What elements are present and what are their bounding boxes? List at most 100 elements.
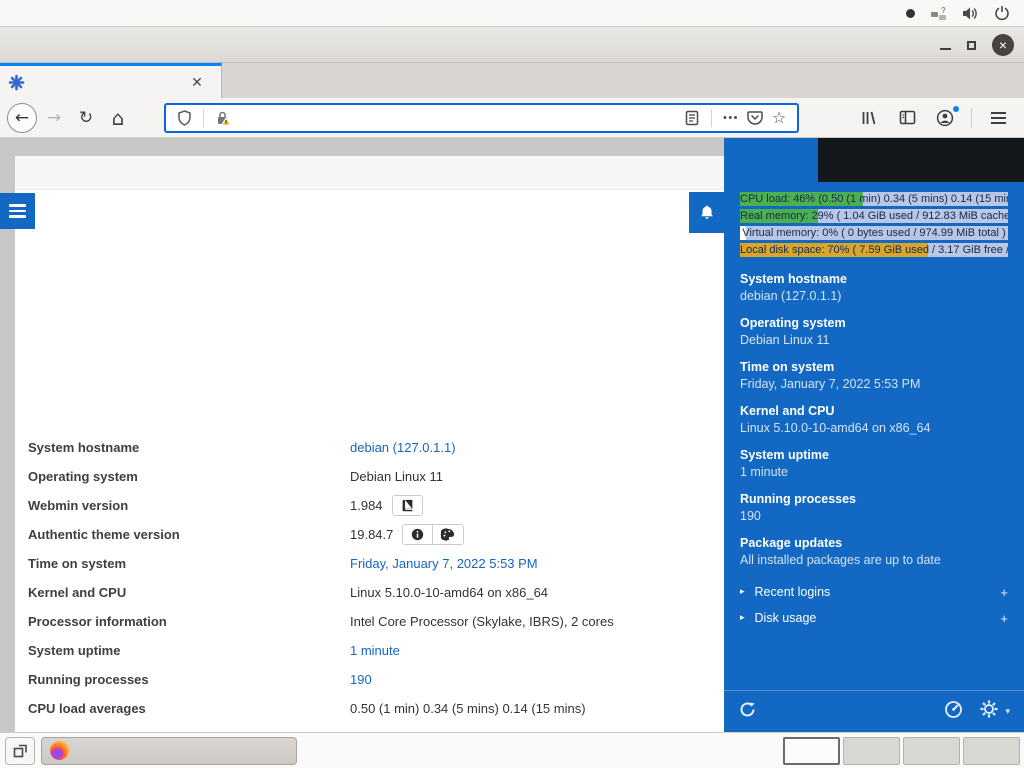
row-value-link[interactable]: 190 xyxy=(350,672,372,687)
row-label: Time on system xyxy=(15,556,350,571)
section-label: Disk usage xyxy=(755,611,817,625)
row-label: System uptime xyxy=(15,643,350,658)
info-value: All installed packages are up to date xyxy=(740,552,1008,569)
webmin-favicon-icon xyxy=(8,74,25,91)
url-bar[interactable]: ••• ☆ xyxy=(164,103,799,133)
tab-favorites[interactable] xyxy=(818,138,921,182)
tab-notifications[interactable] xyxy=(921,138,1024,182)
info-label: Running processes xyxy=(740,491,1008,508)
account-icon[interactable] xyxy=(929,103,961,133)
row-value-link[interactable]: Friday, January 7, 2022 5:53 PM xyxy=(350,556,538,571)
row-value: Linux 5.10.0-10-amd64 on x86_64 xyxy=(350,585,548,600)
info-value: debian (127.0.1.1) xyxy=(740,288,1008,305)
lock-warning-icon[interactable] xyxy=(211,106,235,130)
caret-right-icon: ▸ xyxy=(740,587,745,597)
menu-hamburger-icon[interactable] xyxy=(982,103,1014,133)
row-label: Running processes xyxy=(15,672,350,687)
shield-icon[interactable] xyxy=(172,106,196,130)
back-button[interactable]: ← xyxy=(7,103,37,133)
table-row-system-uptime: System uptime1 minute xyxy=(15,636,724,665)
reload-button[interactable]: ↻ xyxy=(70,103,102,133)
workspace-1[interactable] xyxy=(783,737,840,765)
table-row-system-hostname: System hostnamedebian (127.0.1.1) xyxy=(15,433,724,462)
window-titlebar[interactable]: × xyxy=(0,27,1024,63)
bookmark-star-icon[interactable]: ☆ xyxy=(767,106,791,130)
system-info-table: System hostnamedebian (127.0.1.1)Operati… xyxy=(15,433,724,752)
pocket-icon[interactable] xyxy=(743,106,767,130)
row-value-text: Debian Linux 11 xyxy=(350,469,443,484)
row-value-link[interactable]: debian (127.0.1.1) xyxy=(350,440,456,455)
desktop-screen: ? × ✕ xyxy=(0,0,1024,768)
row-value-link[interactable]: 1 minute xyxy=(350,643,400,658)
forward-button[interactable]: → xyxy=(38,103,70,133)
webmin-right-sidebar: CPU load: 46% (0.50 (1 min) 0.34 (5 mins… xyxy=(724,138,1024,732)
settings-gear-icon[interactable] xyxy=(979,699,999,724)
refresh-icon[interactable] xyxy=(738,700,757,724)
minimize-button[interactable] xyxy=(940,48,951,50)
book-button[interactable] xyxy=(392,495,423,516)
row-value: 190 xyxy=(350,672,372,687)
window-list-icon[interactable] xyxy=(5,737,35,765)
bell-icon xyxy=(699,204,715,221)
speedometer-icon[interactable] xyxy=(944,700,963,724)
table-row-authentic-theme-version: Authentic theme version19.84.7 xyxy=(15,520,724,549)
taskbar-window-button[interactable] xyxy=(41,737,297,765)
meter-text: Local disk space: 70% ( 7.59 GiB used / … xyxy=(740,243,1008,257)
expand-plus-icon[interactable]: + xyxy=(1000,585,1008,600)
browser-tab-active[interactable]: ✕ xyxy=(0,63,222,98)
caret-right-icon: ▸ xyxy=(740,613,745,623)
home-button[interactable]: ⌂ xyxy=(102,103,134,133)
row-buttons xyxy=(402,524,464,545)
sidebar-info-package-updates: Package updatesAll installed packages ar… xyxy=(740,535,1008,569)
reader-mode-icon[interactable] xyxy=(680,106,704,130)
row-value: Debian Linux 11 xyxy=(350,469,443,484)
row-label: System hostname xyxy=(15,440,350,455)
info-label: Kernel and CPU xyxy=(740,403,1008,420)
navigation-toolbar: ← → ↻ ⌂ ••• ☆ xyxy=(0,98,1024,138)
sidebar-tabs-inactive xyxy=(818,138,1024,182)
sidebar-info-list: System hostnamedebian (127.0.1.1) Operati… xyxy=(740,271,1008,569)
info-label: Operating system xyxy=(740,315,1008,332)
sidebar-meter: Real memory: 29% ( 1.04 GiB used / 912.8… xyxy=(740,209,1008,223)
workspace-3[interactable] xyxy=(903,737,960,765)
meter-text: CPU load: 46% (0.50 (1 min) 0.34 (5 mins… xyxy=(740,192,1008,206)
sidebar-info-operating-system: Operating systemDebian Linux 11 xyxy=(740,315,1008,349)
close-button[interactable]: × xyxy=(992,34,1014,56)
svg-text:?: ? xyxy=(941,6,946,15)
row-label: Webmin version xyxy=(15,498,350,513)
power-icon[interactable] xyxy=(994,5,1010,21)
tab-bar: ✕ xyxy=(0,63,1024,98)
expand-plus-icon[interactable]: + xyxy=(1000,611,1008,626)
workspace-2[interactable] xyxy=(843,737,900,765)
row-label: CPU load averages xyxy=(15,701,350,716)
row-value-text: 1.984 xyxy=(350,498,383,513)
tab-dashboard[interactable] xyxy=(724,138,818,182)
settings-caret-icon[interactable]: ▾ xyxy=(1005,707,1010,717)
library-icon[interactable] xyxy=(853,103,885,133)
info-button[interactable] xyxy=(402,524,433,545)
sidebar-info-running-processes: Running processes190 xyxy=(740,491,1008,525)
sidebar-section-disk-usage[interactable]: ▸ Disk usage + xyxy=(740,605,1008,631)
row-value-text: Intel Core Processor (Skylake, IBRS), 2 … xyxy=(350,614,614,629)
volume-icon[interactable] xyxy=(962,6,979,21)
sidebars-icon[interactable] xyxy=(891,103,923,133)
workspace-4[interactable] xyxy=(963,737,1020,765)
new-tab-button[interactable] xyxy=(222,63,256,98)
sidebar-section-recent-logins[interactable]: ▸ Recent logins + xyxy=(740,579,1008,605)
row-value: 0.50 (1 min) 0.34 (5 mins) 0.14 (15 mins… xyxy=(350,701,586,716)
info-label: System hostname xyxy=(740,271,1008,288)
page-actions-icon[interactable]: ••• xyxy=(719,106,743,130)
webmin-sidebar-toggle-button[interactable] xyxy=(0,193,35,229)
table-row-running-processes: Running processes190 xyxy=(15,665,724,694)
network-icon[interactable]: ? xyxy=(930,6,947,21)
palette-button[interactable] xyxy=(433,524,464,545)
row-value: 1 minute xyxy=(350,643,400,658)
sidebar-info-time-on-system: Time on systemFriday, January 7, 2022 5:… xyxy=(740,359,1008,393)
maximize-button[interactable] xyxy=(967,41,976,50)
tab-close-icon[interactable]: ✕ xyxy=(187,72,207,92)
notifications-bell-button[interactable] xyxy=(689,192,724,233)
info-label: System uptime xyxy=(740,447,1008,464)
table-row-kernel-and-cpu: Kernel and CPULinux 5.10.0-10-amd64 on x… xyxy=(15,578,724,607)
meter-text: Real memory: 29% ( 1.04 GiB used / 912.8… xyxy=(740,209,1008,223)
section-label: Recent logins xyxy=(755,585,831,599)
